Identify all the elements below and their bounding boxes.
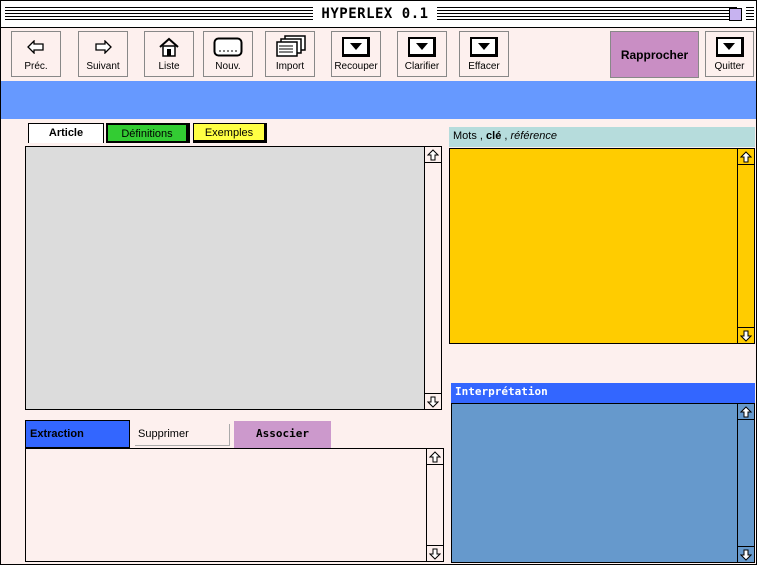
- dropdown-icon: [332, 35, 380, 59]
- scroll-up-icon[interactable]: [738, 149, 754, 165]
- scroll-down-icon[interactable]: [738, 546, 754, 562]
- arrow-right-icon: [79, 35, 127, 59]
- clarifier-button[interactable]: Clarifier: [397, 31, 447, 77]
- associer-button[interactable]: Associer: [234, 421, 331, 448]
- tab-definitions[interactable]: Définitions: [106, 123, 190, 143]
- next-button[interactable]: Suivant: [78, 31, 128, 77]
- interpretation-scrollbar[interactable]: [737, 404, 754, 562]
- next-label: Suivant: [86, 61, 120, 72]
- home-icon: [145, 35, 193, 59]
- quit-button[interactable]: Quitter: [705, 31, 754, 77]
- title-bar-stripes-end: [746, 7, 754, 20]
- list-label: Liste: [158, 61, 180, 72]
- keywords-mots: Mots: [453, 130, 477, 142]
- list-button[interactable]: Liste: [144, 31, 194, 77]
- new-card-icon: [204, 35, 252, 59]
- keywords-cle: clé: [486, 130, 502, 142]
- quit-label: Quitter: [714, 61, 745, 72]
- scroll-down-icon[interactable]: [427, 545, 443, 561]
- effacer-label: Effacer: [468, 61, 500, 72]
- dropdown-icon: [460, 35, 508, 59]
- article-scrollbar[interactable]: [424, 147, 441, 409]
- dropdown-icon: [706, 35, 753, 59]
- clarifier-label: Clarifier: [404, 61, 440, 72]
- prev-label: Préc.: [24, 61, 48, 72]
- interpretation-header: Interprétation: [451, 383, 755, 403]
- title-bar[interactable]: HYPERLEX 0.1: [1, 1, 756, 28]
- keywords-header: Mots , clé , référence: [449, 127, 755, 147]
- tab-exemples[interactable]: Exemples: [193, 123, 267, 143]
- dropdown-icon: [398, 35, 446, 59]
- scroll-up-icon[interactable]: [425, 147, 441, 163]
- new-label: Nouv.: [215, 61, 241, 72]
- scroll-down-icon[interactable]: [738, 327, 754, 343]
- title-bar-stripes-right: [437, 7, 737, 20]
- zoom-box[interactable]: [729, 8, 742, 21]
- rapprocher-button[interactable]: Rapprocher: [610, 31, 699, 78]
- extraction-button[interactable]: Extraction: [25, 420, 130, 448]
- article-panel[interactable]: [25, 146, 442, 410]
- prev-button[interactable]: Préc.: [11, 31, 61, 77]
- extraction-scrollbar[interactable]: [426, 449, 443, 561]
- tab-article[interactable]: Article: [28, 123, 104, 143]
- keywords-scrollbar[interactable]: [737, 149, 754, 343]
- extraction-panel[interactable]: [25, 448, 444, 562]
- title-bar-stripes-left: [5, 7, 313, 20]
- window-title: HYPERLEX 0.1: [316, 4, 434, 24]
- scroll-up-icon[interactable]: [427, 449, 443, 465]
- supprimer-button[interactable]: Supprimer: [135, 424, 230, 446]
- recouper-label: Recouper: [334, 61, 378, 72]
- arrow-left-icon: [12, 35, 60, 59]
- scroll-up-icon[interactable]: [738, 404, 754, 420]
- import-button[interactable]: Import: [265, 31, 315, 77]
- new-button[interactable]: Nouv.: [203, 31, 253, 77]
- import-stack-icon: [266, 35, 314, 59]
- interpretation-panel[interactable]: [451, 403, 755, 563]
- effacer-button[interactable]: Effacer: [459, 31, 509, 77]
- keywords-reference: référence: [510, 130, 557, 142]
- scroll-down-icon[interactable]: [425, 393, 441, 409]
- banner: [1, 81, 756, 119]
- import-label: Import: [275, 61, 305, 72]
- keywords-panel[interactable]: [449, 148, 755, 344]
- keywords-sep-1: ,: [476, 130, 487, 142]
- recouper-button[interactable]: Recouper: [331, 31, 381, 77]
- main-window: HYPERLEX 0.1 Préc. Suivant Liste Nouv. I…: [0, 0, 757, 565]
